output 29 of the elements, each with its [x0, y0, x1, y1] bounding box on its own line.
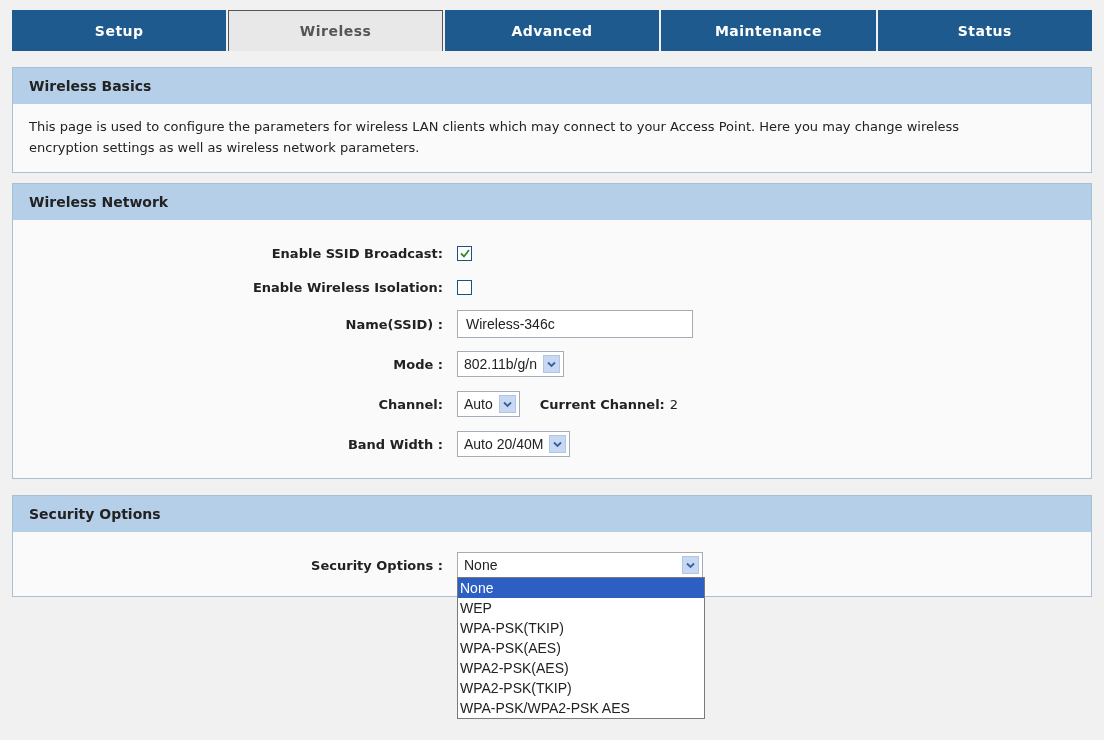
field-label: Enable Wireless Isolation:: [251, 279, 444, 295]
ssid-field[interactable]: Wireless-346c: [457, 310, 693, 338]
field-value: 2: [669, 396, 679, 412]
section-header: Security Options: [13, 496, 1091, 532]
dropdown[interactable]: 802.11b/g/n: [457, 351, 564, 377]
caret-icon: [682, 556, 699, 574]
caret-icon: [542, 355, 560, 373]
field-label: Security Options :: [310, 557, 444, 573]
description: This page is used to configure the parameters for wireless LAN clients which may connect to your Access Point. Here you may change wireless encryption settings as well as wireless network parameters.: [28, 118, 961, 157]
tab[interactable]: Advanced: [444, 10, 660, 51]
field-label: Channel:: [377, 396, 444, 412]
field-label: Current Channel:: [539, 396, 665, 412]
dropdown-option[interactable]: None: [458, 578, 704, 598]
tab[interactable]: Status: [877, 10, 1092, 51]
checkbox[interactable]: [457, 245, 472, 261]
dropdown[interactable]: Auto: [457, 391, 520, 417]
section-header: Wireless Network: [13, 184, 1091, 220]
field-label: Name(SSID) :: [344, 316, 444, 332]
caret-icon: [498, 395, 516, 413]
field-label: Enable SSID Broadcast:: [270, 245, 444, 261]
dropdown[interactable]: Auto 20/40M: [457, 431, 571, 457]
tab[interactable]: Maintenance: [661, 10, 876, 51]
field-label: Mode :: [392, 356, 444, 372]
tab[interactable]: Setup: [12, 10, 227, 51]
tab[interactable]: Wireless: [228, 10, 443, 51]
section-header: Wireless Basics: [13, 68, 1091, 104]
checkbox[interactable]: [457, 279, 472, 295]
field-label: Band Width :: [346, 436, 444, 452]
caret-icon: [549, 435, 567, 453]
